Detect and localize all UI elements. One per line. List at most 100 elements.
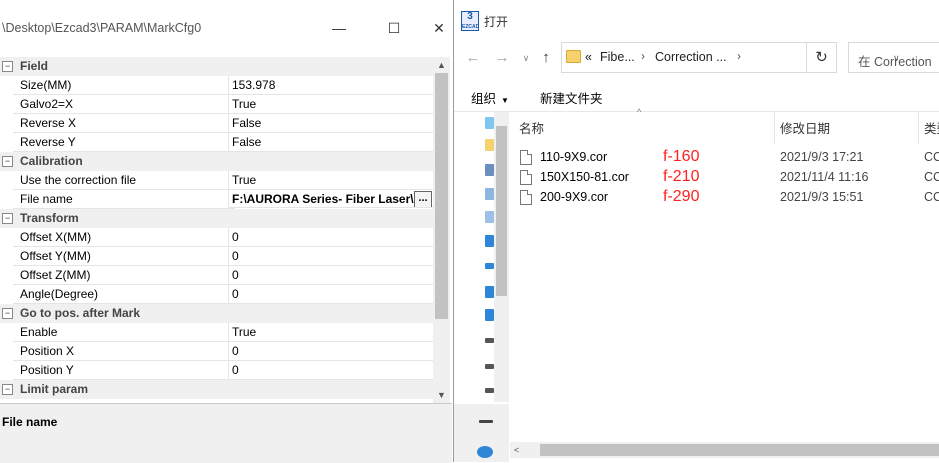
organize-button[interactable]: 组织 ▼ (471, 88, 509, 107)
scroll-up-icon[interactable]: ▲ (433, 57, 450, 73)
property-row[interactable]: Angle(Degree) 0 (0, 285, 433, 304)
forward-arrow-icon[interactable]: → (491, 47, 513, 69)
annotation-text: f-290 (663, 188, 700, 205)
property-value[interactable]: 0 (228, 247, 433, 266)
up-arrow-icon[interactable]: ↑ (535, 47, 557, 69)
recent-locations-icon[interactable]: ∨ (515, 47, 537, 69)
nav-item-icon[interactable] (485, 139, 494, 151)
property-row[interactable]: Galvo2=X True (0, 95, 433, 114)
file-name[interactable]: 200-9X9.cor (540, 190, 608, 204)
file-name-value[interactable]: F:\AURORA Series- Fiber Laser\Au ... (228, 190, 433, 208)
nav-item-icon[interactable] (485, 117, 494, 129)
refresh-icon[interactable]: ↻ (806, 42, 837, 73)
ezcad-app-icon: 3 EZCAD (461, 11, 480, 31)
category-transform[interactable]: − Transform (0, 209, 433, 228)
property-row[interactable]: File name F:\AURORA Series- Fiber Laser\… (0, 190, 433, 209)
nav-item-icon[interactable] (485, 309, 494, 321)
scroll-down-icon[interactable]: ▼ (433, 387, 450, 403)
column-divider[interactable] (774, 112, 775, 144)
nav-item-icon[interactable] (485, 164, 494, 176)
nav-item-icon[interactable] (485, 235, 494, 247)
nav-item-icon[interactable] (485, 286, 494, 298)
address-bar[interactable]: « Fibe... › Correction ... › ∨ (561, 42, 900, 73)
file-name[interactable]: 150X150-81.cor (540, 170, 629, 184)
scrollbar-thumb[interactable] (540, 444, 939, 456)
nav-item-icon[interactable] (485, 188, 494, 200)
breadcrumb-item[interactable]: Correction ... (655, 50, 727, 64)
property-row[interactable]: Reverse Y False (0, 133, 433, 152)
property-row[interactable]: Position Y 0 (0, 361, 433, 380)
browse-button[interactable]: ... (414, 191, 432, 207)
property-value[interactable]: True (228, 171, 433, 190)
property-value[interactable]: 0 (228, 228, 433, 247)
file-name[interactable]: 110-9X9.cor (540, 150, 607, 164)
property-value[interactable]: False (228, 114, 433, 133)
new-folder-button[interactable]: 新建文件夹 (540, 88, 603, 107)
category-label: Limit param (20, 382, 89, 396)
breadcrumb-separator-icon[interactable]: › (641, 49, 645, 63)
scroll-left-icon[interactable]: < (514, 442, 519, 458)
navigation-scrollbar[interactable] (494, 112, 509, 402)
column-header-date[interactable]: 修改日期 (780, 118, 830, 137)
property-row[interactable]: Use the correction file True (0, 171, 433, 190)
collapse-icon[interactable]: − (2, 213, 13, 224)
column-header-name[interactable]: 名称 (519, 118, 544, 137)
property-row[interactable]: Enable True (0, 323, 433, 342)
scrollbar-thumb[interactable] (435, 73, 448, 319)
property-row[interactable]: Offset Y(MM) 0 (0, 247, 433, 266)
property-value[interactable]: True (228, 95, 433, 114)
back-arrow-icon[interactable]: ← (462, 47, 484, 69)
property-value[interactable]: 0 (228, 342, 433, 361)
file-row[interactable]: 200-9X9.cor f-290 2021/9/3 15:51 CC (510, 188, 939, 208)
category-go-to-pos[interactable]: − Go to pos. after Mark (0, 304, 433, 323)
window-title: \Desktop\Ezcad3\PARAM\MarkCfg0 (2, 21, 202, 35)
property-value[interactable]: False (228, 133, 433, 152)
nav-item-icon[interactable] (485, 263, 494, 269)
description-panel: File name (0, 403, 452, 463)
drive-icon[interactable] (485, 388, 494, 393)
breadcrumb-overflow[interactable]: « (585, 50, 592, 64)
property-value[interactable]: 0 (228, 361, 433, 380)
file-row[interactable]: 110-9X9.cor f-160 2021/9/3 17:21 CC (510, 148, 939, 168)
category-field[interactable]: − Field (0, 57, 433, 76)
breadcrumb-item[interactable]: Fibe... (600, 50, 635, 64)
close-button[interactable]: ✕ (424, 17, 454, 39)
property-row[interactable]: Size(MM) 153.978 (0, 76, 433, 95)
property-value[interactable]: 153.978 (228, 76, 433, 95)
navigation-bottom (454, 404, 509, 462)
property-row[interactable]: Offset X(MM) 0 (0, 228, 433, 247)
property-row[interactable]: Position X 0 (0, 342, 433, 361)
property-value[interactable]: 0 (228, 285, 433, 304)
drive-icon[interactable] (485, 338, 494, 343)
property-window: \Desktop\Ezcad3\PARAM\MarkCfg0 — ☐ ✕ − F… (0, 0, 454, 463)
collapse-icon[interactable]: − (2, 308, 13, 319)
file-row[interactable]: 150X150-81.cor f-210 2021/11/4 11:16 CC (510, 168, 939, 188)
network-icon[interactable] (477, 446, 493, 458)
horizontal-scrollbar[interactable]: < (510, 442, 939, 458)
category-limit-param[interactable]: − Limit param (0, 380, 433, 399)
property-scrollbar[interactable]: ▲ ▼ (433, 57, 450, 403)
minimize-button[interactable]: — (324, 17, 354, 39)
maximize-button[interactable]: ☐ (379, 17, 409, 39)
drive-icon[interactable] (479, 420, 493, 423)
property-name: Offset X(MM) (13, 228, 235, 247)
search-input[interactable]: 在 Correction (848, 42, 939, 73)
property-row[interactable]: Reverse X False (0, 114, 433, 133)
annotation-text: f-160 (663, 148, 700, 165)
category-calibration[interactable]: − Calibration (0, 152, 433, 171)
collapse-icon[interactable]: − (2, 384, 13, 395)
property-row[interactable]: Offset Z(MM) 0 (0, 266, 433, 285)
collapse-icon[interactable]: − (2, 61, 13, 72)
sort-arrow-icon: ^ (637, 107, 642, 117)
column-divider[interactable] (918, 112, 919, 144)
column-header-type[interactable]: 类型 (924, 118, 939, 137)
property-value[interactable]: 0 (228, 266, 433, 285)
breadcrumb-separator-icon[interactable]: › (737, 49, 741, 63)
collapse-icon[interactable]: − (2, 156, 13, 167)
property-value[interactable]: True (228, 323, 433, 342)
file-type: CC (924, 190, 939, 204)
drive-icon[interactable] (485, 364, 494, 369)
dialog-title: 打开 (484, 15, 509, 29)
nav-item-icon[interactable] (485, 211, 494, 223)
scrollbar-thumb[interactable] (496, 126, 507, 296)
